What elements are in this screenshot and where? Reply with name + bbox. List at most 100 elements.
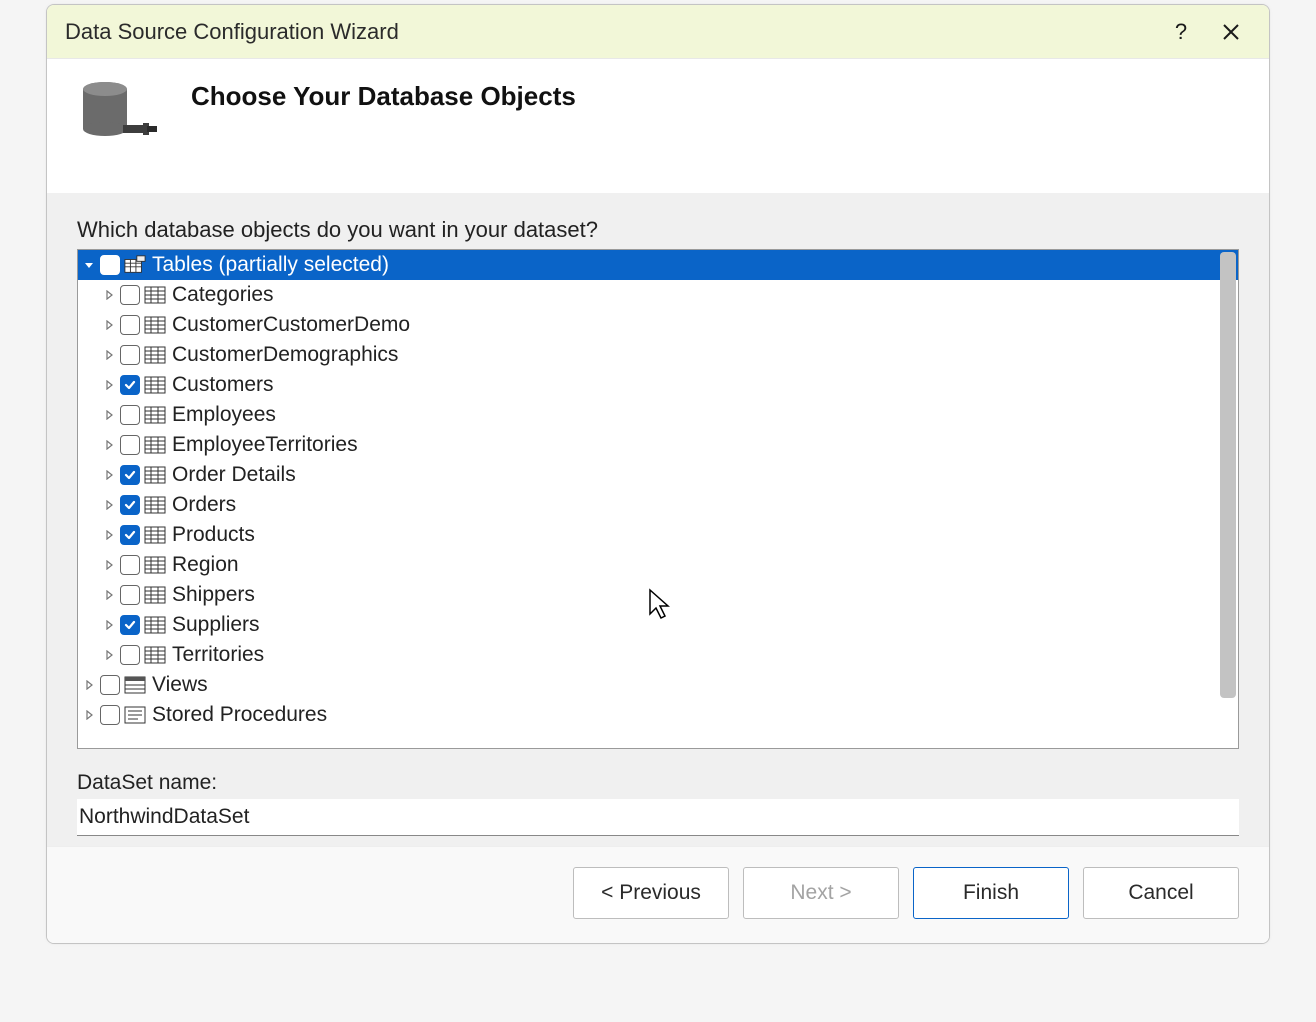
chevron-right-icon[interactable]: [102, 470, 116, 480]
window-title: Data Source Configuration Wizard: [65, 19, 1151, 45]
tree-item-label: Orders: [172, 493, 236, 517]
chevron-right-icon[interactable]: [102, 290, 116, 300]
tree-item-label: EmployeeTerritories: [172, 433, 358, 457]
checkbox[interactable]: [120, 375, 140, 395]
views-icon: [124, 675, 146, 695]
tree-node-table[interactable]: Suppliers: [78, 610, 1238, 640]
header-band: Choose Your Database Objects: [47, 59, 1269, 193]
table-icon: [144, 555, 166, 575]
chevron-right-icon[interactable]: [102, 590, 116, 600]
checkbox[interactable]: [120, 495, 140, 515]
chevron-right-icon[interactable]: [82, 680, 96, 690]
table-icon: [144, 435, 166, 455]
table-icon: [144, 465, 166, 485]
tree-node-table[interactable]: Products: [78, 520, 1238, 550]
tree-item-label: CustomerCustomerDemo: [172, 313, 410, 337]
chevron-right-icon[interactable]: [102, 320, 116, 330]
tree-node-table[interactable]: Employees: [78, 400, 1238, 430]
tree-item-label: Shippers: [172, 583, 255, 607]
next-button[interactable]: Next >: [743, 867, 899, 919]
tree-container: Tables (partially selected) Categories Cus…: [77, 249, 1239, 749]
chevron-down-icon[interactable]: [82, 260, 96, 270]
chevron-right-icon[interactable]: [102, 350, 116, 360]
checkbox[interactable]: [120, 555, 140, 575]
table-icon: [144, 285, 166, 305]
tree-item-label: Categories: [172, 283, 274, 307]
checkbox[interactable]: [100, 705, 120, 725]
tree-node-table[interactable]: Region: [78, 550, 1238, 580]
tree-item-label: Tables (partially selected): [152, 253, 389, 277]
prompt-text: Which database objects do you want in yo…: [77, 217, 1239, 243]
table-icon: [144, 375, 166, 395]
tree-item-label: Products: [172, 523, 255, 547]
chevron-right-icon[interactable]: [102, 380, 116, 390]
dataset-name-input[interactable]: [77, 799, 1239, 836]
tree-node-stored-procedures[interactable]: Stored Procedures: [78, 700, 1238, 730]
footer: < Previous Next > Finish Cancel: [47, 846, 1269, 943]
close-icon: [1222, 23, 1240, 41]
table-icon: [144, 315, 166, 335]
wizard-dialog: Data Source Configuration Wizard ? Choos…: [46, 4, 1270, 944]
checkbox[interactable]: [120, 645, 140, 665]
cancel-button[interactable]: Cancel: [1083, 867, 1239, 919]
tree-node-table[interactable]: Order Details: [78, 460, 1238, 490]
table-icon: [144, 495, 166, 515]
chevron-right-icon[interactable]: [102, 530, 116, 540]
chevron-right-icon[interactable]: [102, 500, 116, 510]
close-button[interactable]: [1211, 12, 1251, 52]
chevron-right-icon[interactable]: [102, 410, 116, 420]
checkbox[interactable]: [120, 525, 140, 545]
checkbox[interactable]: [120, 345, 140, 365]
tree-item-label: Territories: [172, 643, 264, 667]
tree-item-label: Suppliers: [172, 613, 260, 637]
tree-item-label: Stored Procedures: [152, 703, 327, 727]
tree-item-label: Employees: [172, 403, 276, 427]
tree-item-label: Customers: [172, 373, 274, 397]
tree-node-table[interactable]: Shippers: [78, 580, 1238, 610]
checkbox[interactable]: [100, 675, 120, 695]
help-icon: ?: [1175, 19, 1187, 45]
previous-button[interactable]: < Previous: [573, 867, 729, 919]
tree-node-table[interactable]: Territories: [78, 640, 1238, 670]
tables-icon: [124, 255, 146, 275]
tree-node-table[interactable]: Orders: [78, 490, 1238, 520]
checkbox[interactable]: [120, 615, 140, 635]
tree-node-table[interactable]: CustomerCustomerDemo: [78, 310, 1238, 340]
checkbox[interactable]: [120, 465, 140, 485]
help-button[interactable]: ?: [1161, 12, 1201, 52]
checkbox[interactable]: [100, 255, 120, 275]
body: Which database objects do you want in yo…: [47, 193, 1269, 846]
chevron-right-icon[interactable]: [102, 650, 116, 660]
chevron-right-icon[interactable]: [82, 710, 96, 720]
checkbox[interactable]: [120, 285, 140, 305]
tree-node-table[interactable]: Categories: [78, 280, 1238, 310]
stored-procedure-icon: [124, 705, 146, 725]
tree-item-label: Order Details: [172, 463, 296, 487]
object-tree[interactable]: Tables (partially selected) Categories Cus…: [78, 250, 1238, 748]
tree-node-table[interactable]: EmployeeTerritories: [78, 430, 1238, 460]
tree-node-table[interactable]: CustomerDemographics: [78, 340, 1238, 370]
checkbox[interactable]: [120, 435, 140, 455]
finish-button[interactable]: Finish: [913, 867, 1069, 919]
database-icon: [77, 79, 157, 149]
table-icon: [144, 525, 166, 545]
tree-item-label: CustomerDemographics: [172, 343, 398, 367]
checkbox[interactable]: [120, 315, 140, 335]
page-title: Choose Your Database Objects: [191, 81, 576, 112]
tree-node-tables[interactable]: Tables (partially selected): [78, 250, 1238, 280]
table-icon: [144, 345, 166, 365]
chevron-right-icon[interactable]: [102, 440, 116, 450]
table-icon: [144, 645, 166, 665]
scrollbar-thumb[interactable]: [1220, 252, 1236, 698]
checkbox[interactable]: [120, 405, 140, 425]
tree-item-label: Region: [172, 553, 239, 577]
dataset-name-label: DataSet name:: [77, 771, 1239, 795]
table-icon: [144, 405, 166, 425]
checkbox[interactable]: [120, 585, 140, 605]
tree-node-table[interactable]: Customers: [78, 370, 1238, 400]
chevron-right-icon[interactable]: [102, 560, 116, 570]
table-icon: [144, 585, 166, 605]
titlebar: Data Source Configuration Wizard ?: [47, 5, 1269, 59]
chevron-right-icon[interactable]: [102, 620, 116, 630]
tree-node-views[interactable]: Views: [78, 670, 1238, 700]
